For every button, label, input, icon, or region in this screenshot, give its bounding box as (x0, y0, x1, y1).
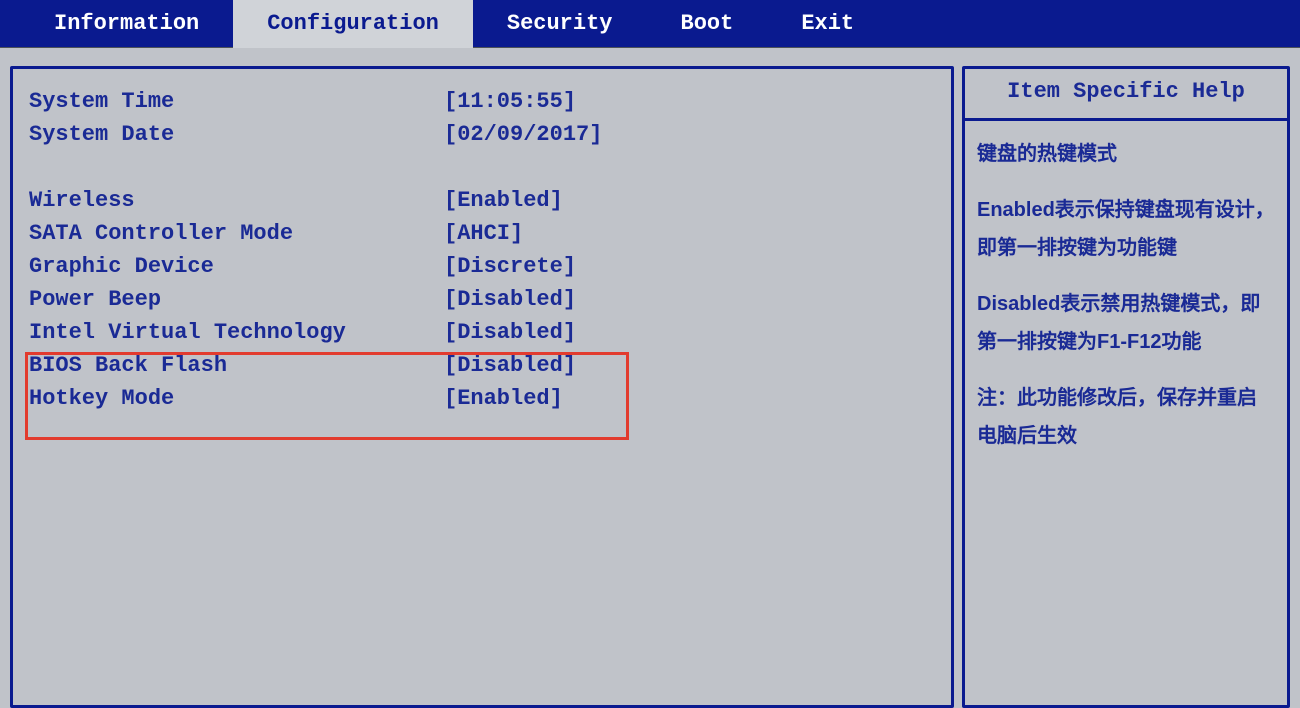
config-value[interactable]: [Enabled] (444, 382, 563, 415)
config-label: Wireless (29, 184, 444, 217)
config-main-panel: System Time [11:05:55] System Date [02/0… (10, 66, 954, 708)
config-row-bios-back-flash[interactable]: BIOS Back Flash [Disabled] (29, 349, 939, 382)
config-label: Power Beep (29, 283, 444, 316)
help-title: Item Specific Help (1007, 79, 1245, 104)
help-text-line: Disabled表示禁用热键模式，即第一排按键为F1-F12功能 (977, 285, 1275, 361)
config-label: Intel Virtual Technology (29, 316, 444, 349)
help-text-line: 注：此功能修改后，保存并重启电脑后生效 (977, 379, 1275, 455)
config-row-graphic-device[interactable]: Graphic Device [Discrete] (29, 250, 939, 283)
config-label: Hotkey Mode (29, 382, 444, 415)
config-value[interactable]: [Enabled] (444, 184, 563, 217)
config-value[interactable]: [Discrete] (444, 250, 576, 283)
tab-exit[interactable]: Exit (767, 0, 888, 48)
config-value[interactable]: [Disabled] (444, 283, 576, 316)
config-label: System Date (29, 118, 444, 151)
item-specific-help-panel: Item Specific Help 键盘的热键模式 Enabled表示保持键盘… (962, 66, 1290, 708)
tab-security[interactable]: Security (473, 0, 647, 48)
bios-tab-bar: Information Configuration Security Boot … (0, 0, 1300, 48)
config-value[interactable]: [Disabled] (444, 316, 576, 349)
help-text-line: 键盘的热键模式 (977, 135, 1275, 173)
config-row-power-beep[interactable]: Power Beep [Disabled] (29, 283, 939, 316)
config-row-hotkey-mode[interactable]: Hotkey Mode [Enabled] (29, 382, 939, 415)
config-value[interactable]: [AHCI] (444, 217, 523, 250)
config-value[interactable]: [Disabled] (444, 349, 576, 382)
content-wrapper: System Time [11:05:55] System Date [02/0… (0, 48, 1300, 708)
config-value[interactable]: [02/09/2017] (444, 118, 602, 151)
tab-configuration[interactable]: Configuration (233, 0, 473, 48)
help-text-line: Enabled表示保持键盘现有设计，即第一排按键为功能键 (977, 191, 1275, 267)
config-row-intel-virtual-technology[interactable]: Intel Virtual Technology [Disabled] (29, 316, 939, 349)
help-title-row: Item Specific Help (965, 69, 1287, 121)
config-row-sata-controller-mode[interactable]: SATA Controller Mode [AHCI] (29, 217, 939, 250)
tab-boot[interactable]: Boot (647, 0, 768, 48)
config-row-wireless[interactable]: Wireless [Enabled] (29, 184, 939, 217)
config-label: BIOS Back Flash (29, 349, 444, 382)
config-row-system-date[interactable]: System Date [02/09/2017] (29, 118, 939, 151)
help-body: 键盘的热键模式 Enabled表示保持键盘现有设计，即第一排按键为功能键 Dis… (965, 121, 1287, 485)
config-row-system-time[interactable]: System Time [11:05:55] (29, 85, 939, 118)
spacer (29, 151, 939, 184)
config-label: System Time (29, 85, 444, 118)
config-label: Graphic Device (29, 250, 444, 283)
tab-information[interactable]: Information (20, 0, 233, 48)
config-label: SATA Controller Mode (29, 217, 444, 250)
config-value[interactable]: [11:05:55] (444, 85, 576, 118)
